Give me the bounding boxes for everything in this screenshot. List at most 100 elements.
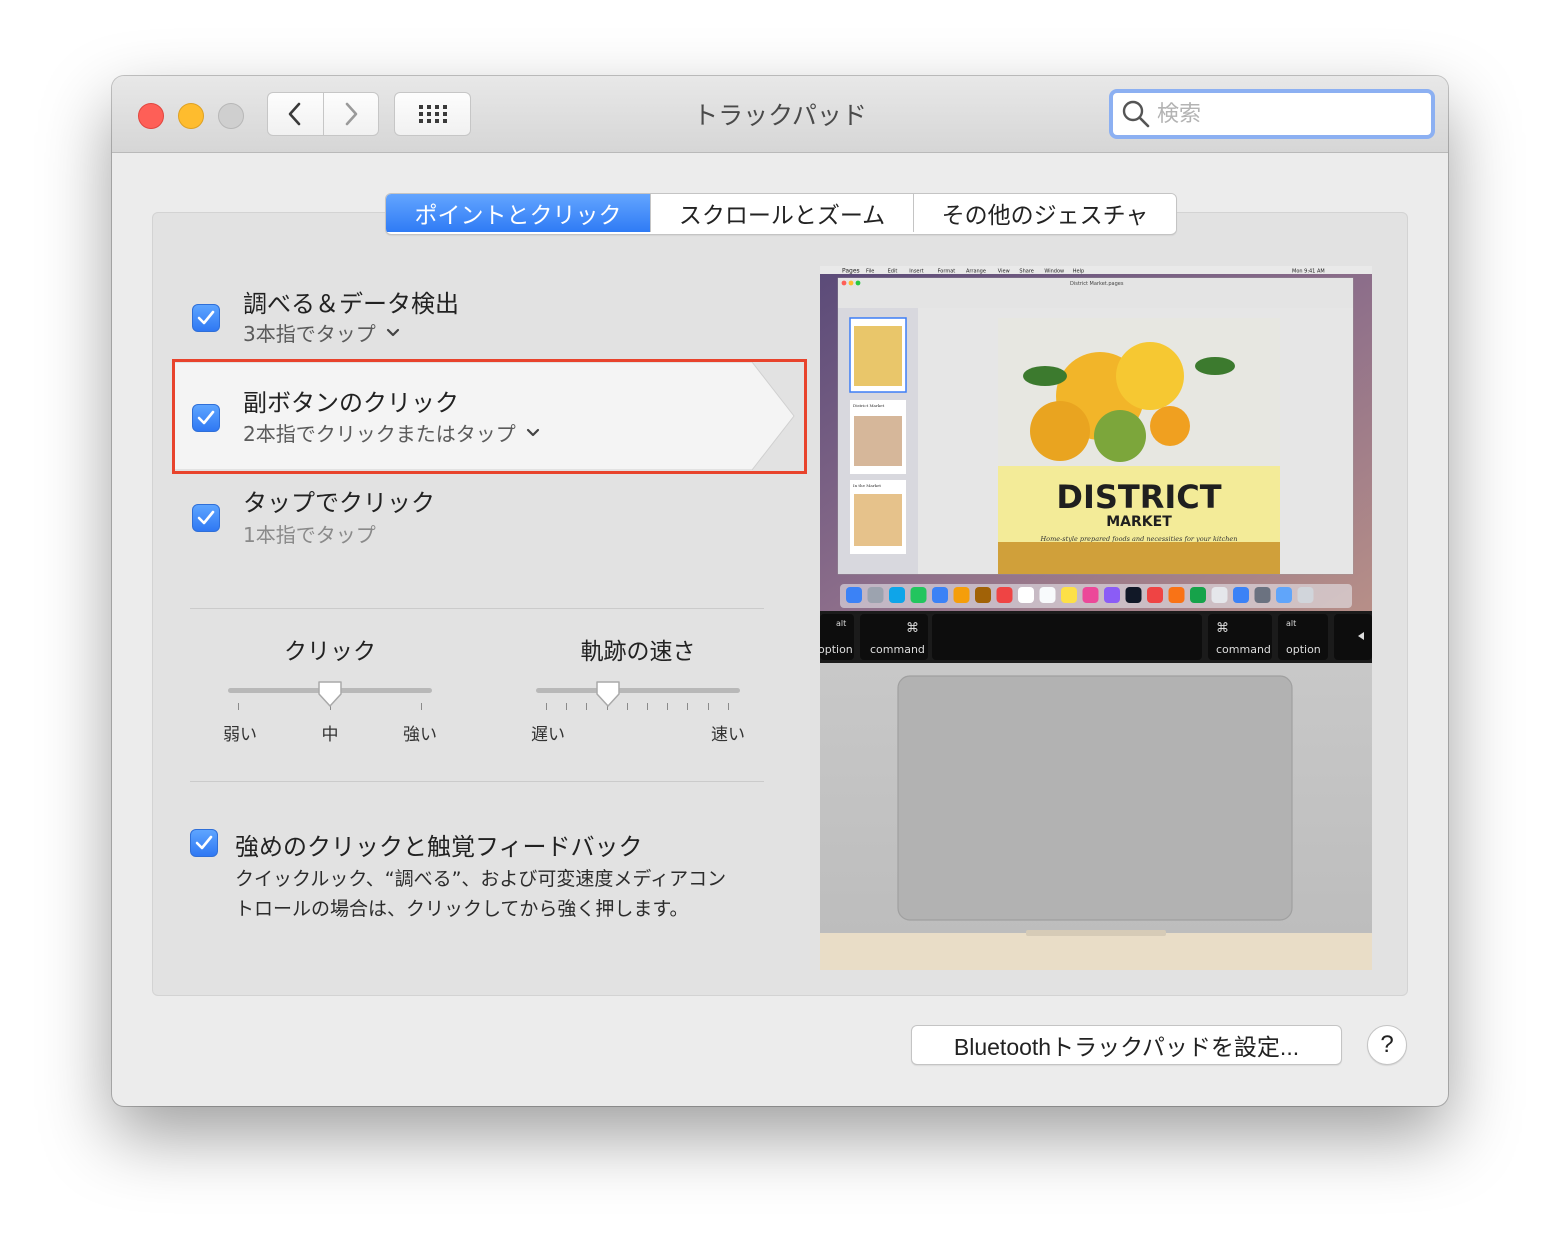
force-click-checkbox[interactable]	[190, 829, 218, 857]
tracking-min-label: 遅い	[531, 725, 565, 745]
menubar-item: Share	[1019, 269, 1033, 275]
secondary-click-gesture-label: 2本指でクリックまたはタップ	[243, 422, 516, 446]
secondary-click-title: 副ボタンのクリック	[243, 389, 459, 417]
dock-app-icon	[1082, 587, 1099, 603]
key-right-command-label: command	[1216, 643, 1271, 656]
click-max-label: 強い	[403, 725, 437, 745]
key-right-option-small: alt	[1286, 619, 1296, 628]
chevron-down-icon	[386, 328, 399, 336]
menubar-item: Format	[938, 269, 956, 275]
key-command-label: command	[870, 643, 925, 656]
dock-app-icon	[1039, 587, 1056, 603]
setup-bluetooth-trackpad-button[interactable]: Bluetoothトラックパッドを設定...	[911, 1025, 1342, 1065]
tab-bar: ポイントとクリック スクロールとズーム その他のジェスチャ	[385, 193, 1177, 235]
chevron-right-icon	[345, 102, 358, 126]
menubar-item: View	[998, 269, 1010, 275]
divider	[190, 608, 764, 609]
search-input[interactable]	[1155, 100, 1429, 128]
dock-app-icon	[1018, 587, 1034, 603]
dock-app-icon	[1168, 587, 1185, 603]
dock-app-icon	[932, 587, 948, 603]
dock-app-icon	[1190, 587, 1206, 603]
tracking-tick	[586, 703, 588, 710]
zoom-window-button[interactable]	[218, 103, 244, 129]
dock-app-icon	[1276, 587, 1292, 603]
dock-app-icon	[1125, 587, 1142, 603]
tracking-tick	[626, 703, 628, 710]
menubar-app: Pages	[842, 268, 860, 275]
tab-scroll-and-zoom[interactable]: スクロールとズーム	[650, 194, 913, 232]
menubar-item: Insert	[909, 269, 923, 275]
dock-app-icon	[996, 587, 1013, 603]
menubar-item: Edit	[888, 269, 898, 275]
search-icon	[1122, 100, 1150, 128]
lookup-checkbox[interactable]	[192, 304, 220, 332]
tap-to-click-title: タップでクリック	[243, 489, 435, 517]
tab-more-gestures[interactable]: その他のジェスチャ	[913, 194, 1176, 232]
thumb2-title: District Market	[853, 403, 885, 408]
dock-app-icon	[975, 587, 991, 603]
click-slider-label: クリック	[284, 639, 376, 665]
secondary-click-gesture-menu[interactable]: 2本指でクリックまたはタップ	[243, 418, 540, 447]
key-left-label: option	[820, 643, 853, 656]
dock-app-icon	[1147, 587, 1163, 603]
chevron-left-icon	[288, 102, 301, 126]
key-left-small: alt	[836, 619, 846, 628]
tap-to-click-subtitle: 1本指でタップ	[243, 523, 376, 547]
checkmark-icon	[197, 310, 215, 325]
minimize-window-button[interactable]	[178, 103, 204, 129]
help-button[interactable]: ?	[1367, 1025, 1407, 1065]
checkmark-icon	[197, 510, 215, 525]
dock-app-icon	[1104, 587, 1120, 603]
dock-app-icon	[953, 587, 970, 603]
click-tick	[421, 703, 422, 710]
doc-title: District Market.pages	[1070, 281, 1124, 287]
dock-app-icon	[846, 587, 862, 603]
click-slider-knob[interactable]	[317, 680, 343, 708]
page-title-line1: DISTRICT	[1056, 478, 1221, 516]
back-button[interactable]	[268, 93, 323, 135]
lookup-gesture-menu[interactable]: 3本指でタップ	[243, 318, 400, 347]
close-window-button[interactable]	[138, 103, 164, 129]
page-title-line2: MARKET	[1106, 514, 1172, 530]
tracking-speed-knob[interactable]	[595, 680, 621, 708]
gesture-preview: Pages File Edit Insert Format Arrange View Sha…	[820, 266, 1372, 970]
force-click-description-line: トロールの場合は、クリックしてから強く押します。	[235, 898, 689, 920]
tracking-tick	[667, 703, 669, 710]
menubar-time: Mon 9:41 AM	[1292, 269, 1325, 275]
command-key-icon: ⌘	[1216, 621, 1229, 636]
dock-app-icon	[1254, 587, 1271, 603]
dock-app-icon	[1211, 587, 1228, 603]
click-mid-label: 中	[321, 725, 339, 745]
thumb3-title: In the Market	[853, 483, 881, 488]
forward-button[interactable]	[322, 93, 379, 135]
navigation-buttons	[267, 92, 379, 136]
menubar-item: Arrange	[966, 269, 986, 275]
click-min-label: 弱い	[223, 725, 257, 745]
key-right-option-label: option	[1286, 643, 1321, 656]
tracking-tick	[707, 703, 709, 710]
secondary-click-checkbox[interactable]	[192, 404, 220, 432]
tap-to-click-checkbox[interactable]	[192, 504, 220, 532]
dock-app-icon	[1061, 587, 1077, 603]
tap-to-click-gesture-label: 1本指でタップ	[243, 519, 376, 548]
grid-icon	[418, 105, 447, 123]
title-bar: トラックパッド	[112, 76, 1448, 153]
dock-app-icon	[1233, 587, 1249, 603]
tracking-tick	[647, 703, 648, 710]
tracking-tick	[727, 703, 729, 710]
tracking-speed-track[interactable]	[536, 688, 740, 693]
click-tick	[238, 703, 239, 710]
search-field[interactable]	[1109, 89, 1435, 139]
dock-app-icon	[867, 587, 884, 603]
tab-point-and-click[interactable]: ポイントとクリック	[386, 194, 650, 232]
tracking-max-label: 速い	[711, 725, 745, 745]
lookup-title: 調べる＆データ検出	[243, 290, 459, 318]
show-all-button[interactable]	[394, 92, 471, 136]
page-tagline: Home-style prepared foods and necessitie…	[1040, 535, 1238, 543]
force-click-description: クイックルック、“調べる”、および可変速度メディアコン トロールの場合は、クリッ…	[235, 864, 726, 924]
force-click-title: 強めのクリックと触覚フィードバック	[235, 833, 643, 861]
tracking-tick	[546, 703, 547, 710]
menubar-item: Window	[1044, 269, 1064, 275]
menubar-item: File	[866, 269, 874, 275]
